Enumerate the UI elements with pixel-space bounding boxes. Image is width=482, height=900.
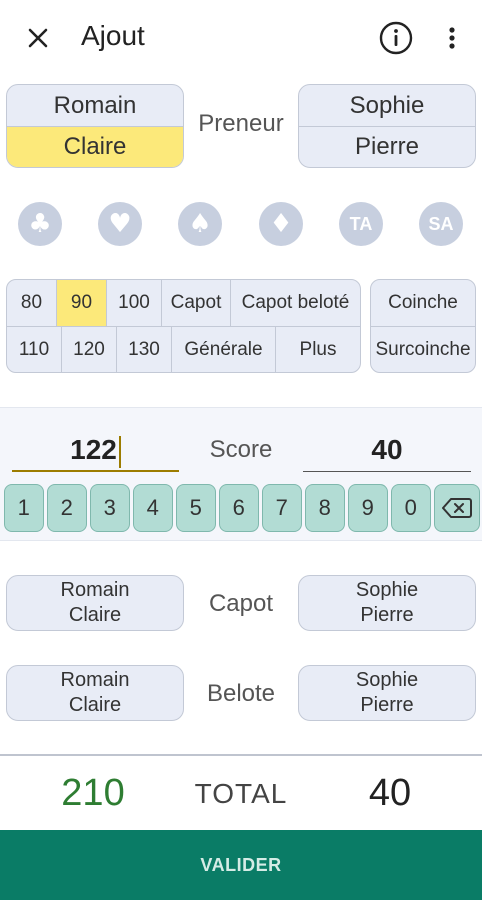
key-1[interactable]: 1 <box>4 484 44 532</box>
tout-atout-button[interactable]: TA <box>339 202 383 246</box>
belote-team1-button[interactable]: Romain Claire <box>6 665 184 721</box>
bid-130[interactable]: 130 <box>117 327 172 372</box>
total-label: TOTAL <box>194 778 288 809</box>
hearts-icon[interactable]: ♥ <box>98 202 142 246</box>
bid-120[interactable]: 120 <box>62 327 117 372</box>
bid-generale[interactable]: Générale <box>172 327 276 372</box>
belote-team2-button[interactable]: Sophie Pierre <box>298 665 476 721</box>
bid-90[interactable]: 90 <box>57 280 107 326</box>
validate-button[interactable]: VALIDER <box>0 830 482 900</box>
bid-110[interactable]: 110 <box>7 327 62 372</box>
capot-team1-player1: Romain <box>60 579 130 601</box>
coinche-button[interactable]: Coinche <box>371 280 475 326</box>
spades-glyph: ♠ <box>188 209 212 239</box>
clubs-icon[interactable]: ♣ <box>18 202 62 246</box>
bid-capot[interactable]: Capot <box>162 280 231 326</box>
diamonds-icon[interactable]: ♦ <box>259 202 303 246</box>
close-icon[interactable] <box>20 20 56 56</box>
score-left-input[interactable]: 122 <box>12 428 179 472</box>
belote-team2-player2: Pierre <box>360 694 414 716</box>
key-5[interactable]: 5 <box>176 484 216 532</box>
sans-atout-label: SA <box>428 213 454 234</box>
capot-label: Capot <box>208 590 274 617</box>
sans-atout-button[interactable]: SA <box>419 202 463 246</box>
belote-team1-player1: Romain <box>60 669 130 691</box>
score-left-value: 122 <box>70 434 117 465</box>
more-vert-icon[interactable] <box>440 20 464 56</box>
info-icon[interactable] <box>378 20 414 56</box>
coinche-group: Coinche Surcoinche <box>370 279 476 373</box>
capot-team1-button[interactable]: Romain Claire <box>6 575 184 631</box>
score-right-input[interactable]: 40 <box>303 428 471 472</box>
key-6[interactable]: 6 <box>219 484 259 532</box>
preneur-team1-player-romain[interactable]: Romain <box>7 85 183 126</box>
tout-atout-label: TA <box>349 213 373 234</box>
key-4[interactable]: 4 <box>133 484 173 532</box>
divider <box>0 754 482 756</box>
key-8[interactable]: 8 <box>305 484 345 532</box>
bid-capot-belote[interactable]: Capot beloté <box>231 280 360 326</box>
surcoinche-button[interactable]: Surcoinche <box>371 326 475 372</box>
preneur-team2-player-sophie[interactable]: Sophie <box>299 85 475 126</box>
clubs-glyph: ♣ <box>28 209 52 239</box>
total-team2: 40 <box>368 772 412 814</box>
score-label: Score <box>209 436 273 463</box>
backspace-icon[interactable] <box>434 484 480 532</box>
bid-plus[interactable]: Plus <box>276 327 360 372</box>
preneur-team1: Romain Claire <box>6 84 184 168</box>
score-panel: 122 Score 40 1 2 3 4 5 6 7 8 9 0 <box>0 407 482 541</box>
bid-grid: 80 90 100 Capot Capot beloté 110 120 130… <box>6 279 361 373</box>
preneur-label: Preneur <box>198 110 284 137</box>
capot-team2-player2: Pierre <box>360 604 414 626</box>
bid-100[interactable]: 100 <box>107 280 162 326</box>
capot-team1-player2: Claire <box>68 604 122 626</box>
preneur-team2-player-pierre[interactable]: Pierre <box>299 126 475 167</box>
hearts-glyph: ♥ <box>108 209 132 239</box>
belote-team1-player2: Claire <box>68 694 122 716</box>
total-team1: 210 <box>61 772 125 814</box>
score-right-value: 40 <box>371 434 403 465</box>
key-9[interactable]: 9 <box>348 484 388 532</box>
keypad: 1 2 3 4 5 6 7 8 9 0 <box>4 484 480 532</box>
diamonds-glyph: ♦ <box>269 209 293 239</box>
app-bar: Ajout <box>0 0 482 78</box>
key-0[interactable]: 0 <box>391 484 431 532</box>
page-title: Ajout <box>81 20 145 51</box>
belote-label: Belote <box>206 680 276 707</box>
spades-icon[interactable]: ♠ <box>178 202 222 246</box>
bid-80[interactable]: 80 <box>7 280 57 326</box>
belote-team2-player1: Sophie <box>355 669 419 691</box>
preneur-team1-player-claire[interactable]: Claire <box>7 126 183 167</box>
key-7[interactable]: 7 <box>262 484 302 532</box>
capot-team2-button[interactable]: Sophie Pierre <box>298 575 476 631</box>
capot-team2-player1: Sophie <box>355 579 419 601</box>
key-3[interactable]: 3 <box>90 484 130 532</box>
preneur-team2: Sophie Pierre <box>298 84 476 168</box>
text-caret <box>118 435 121 468</box>
key-2[interactable]: 2 <box>47 484 87 532</box>
